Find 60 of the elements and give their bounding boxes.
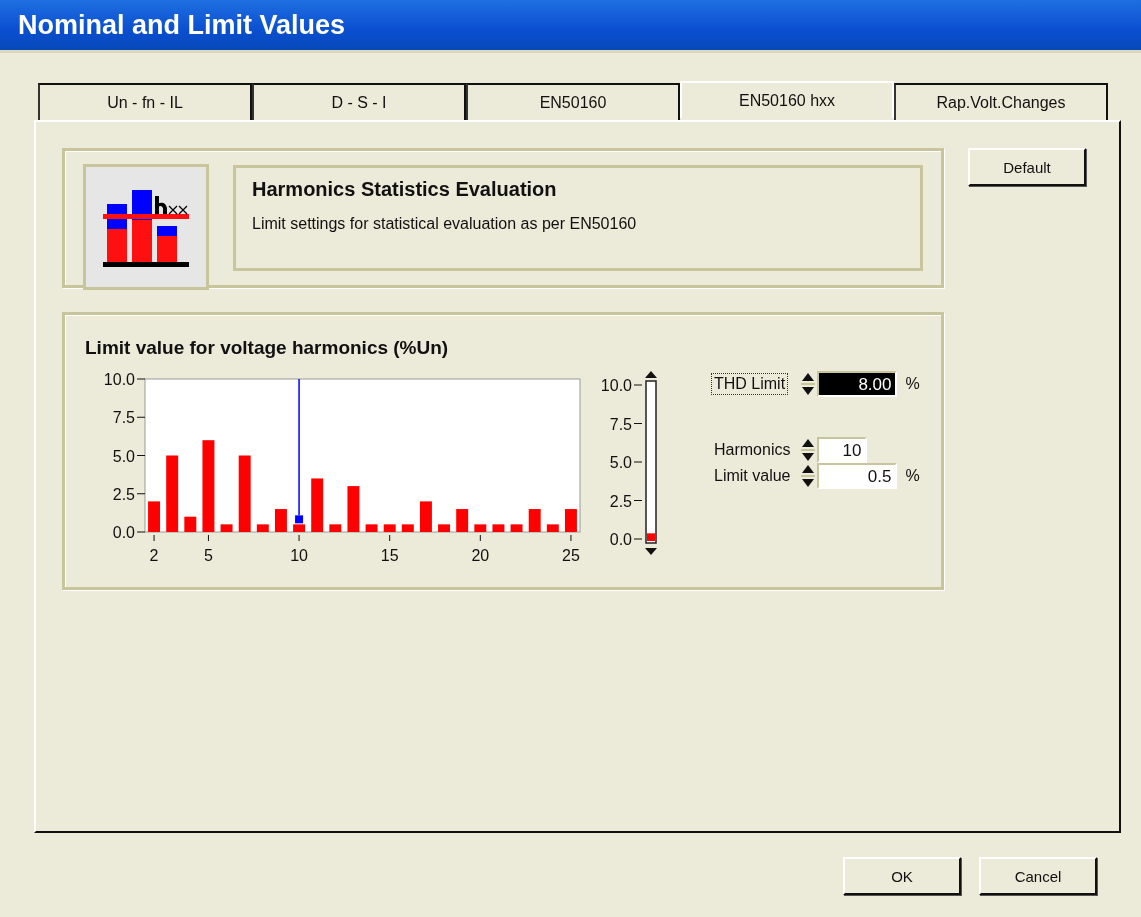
number-field[interactable]: 0.5 [817, 463, 898, 489]
slider-tick-label: 5.0 [609, 454, 632, 471]
dialog-button[interactable]: OK [843, 857, 961, 895]
slider-fill[interactable] [647, 533, 655, 541]
harmonic-bar [256, 524, 269, 532]
number-field[interactable]: 8.00 [817, 371, 898, 397]
spinner-arrows-icon[interactable] [801, 463, 816, 489]
section-description: Limit settings for statistical evaluation as per EN50160 [252, 215, 638, 233]
y-tick-label: 5.0 [112, 447, 135, 465]
down-arrow-icon[interactable] [645, 548, 657, 555]
harmonic-bar [438, 524, 451, 532]
harmonic-bar [148, 501, 161, 532]
field-label: Harmonics [713, 440, 792, 460]
harmonic-bar [401, 524, 414, 532]
harmonic-bar [329, 524, 342, 532]
x-tick-label: 15 [380, 547, 399, 562]
harmonic-bar [311, 478, 324, 532]
slider-tick-label: 0.0 [609, 531, 632, 548]
tab[interactable]: D - S - I [252, 83, 466, 120]
y-tick-label: 2.5 [112, 485, 135, 503]
harmonic-bar [546, 524, 559, 532]
harmonic-bar [383, 524, 396, 532]
harmonic-bar [456, 509, 469, 532]
x-tick-label: 2 [149, 547, 159, 562]
tab[interactable]: EN50160 [466, 83, 680, 120]
y-tick-label: 10.0 [103, 371, 135, 388]
harmonic-bar [510, 524, 523, 532]
chart-title: Limit value for voltage harmonics (%Un) [85, 337, 450, 359]
tab[interactable]: EN50160 hxx [680, 81, 894, 118]
y-tick-label: 0.0 [112, 524, 135, 541]
x-tick-label: 25 [562, 547, 580, 562]
unit-label: % [905, 375, 920, 392]
harmonic-bar [492, 524, 505, 532]
unit-label: % [905, 467, 920, 484]
x-tick-label: 5 [204, 547, 213, 562]
window-title: Nominal and Limit Values [0, 0, 1141, 53]
field-label: Limit value [713, 466, 792, 486]
harmonic-bar [220, 524, 233, 532]
field-label: THD Limit [711, 373, 789, 395]
slider-track[interactable] [645, 380, 657, 544]
tab[interactable]: Un - fn - IL [38, 83, 252, 120]
x-tick-label: 10 [290, 547, 308, 562]
y-tick-label: 7.5 [112, 409, 135, 427]
harmonic-bar [474, 524, 487, 532]
tab[interactable]: Rap.Volt.Changes [894, 83, 1108, 120]
slider-tick-label: 7.5 [609, 415, 632, 433]
up-arrow-icon[interactable] [645, 371, 657, 378]
slider-tick-label: 10.0 [602, 377, 632, 394]
harmonic-bar [347, 486, 360, 532]
number-field[interactable]: 10 [817, 437, 868, 463]
section-title: Harmonics Statistics Evaluation [252, 178, 558, 201]
harmonic-bar [293, 524, 306, 532]
dialog-button[interactable]: Cancel [979, 857, 1097, 895]
spinner-arrows-icon[interactable] [801, 371, 816, 397]
default-button[interactable]: Default [968, 148, 1086, 186]
x-tick-label: 20 [471, 547, 490, 562]
spinner-arrows-icon[interactable] [801, 437, 816, 463]
slider-tick-label: 2.5 [609, 492, 632, 510]
cursor-handle[interactable] [295, 515, 304, 524]
harmonic-bar [365, 524, 378, 532]
